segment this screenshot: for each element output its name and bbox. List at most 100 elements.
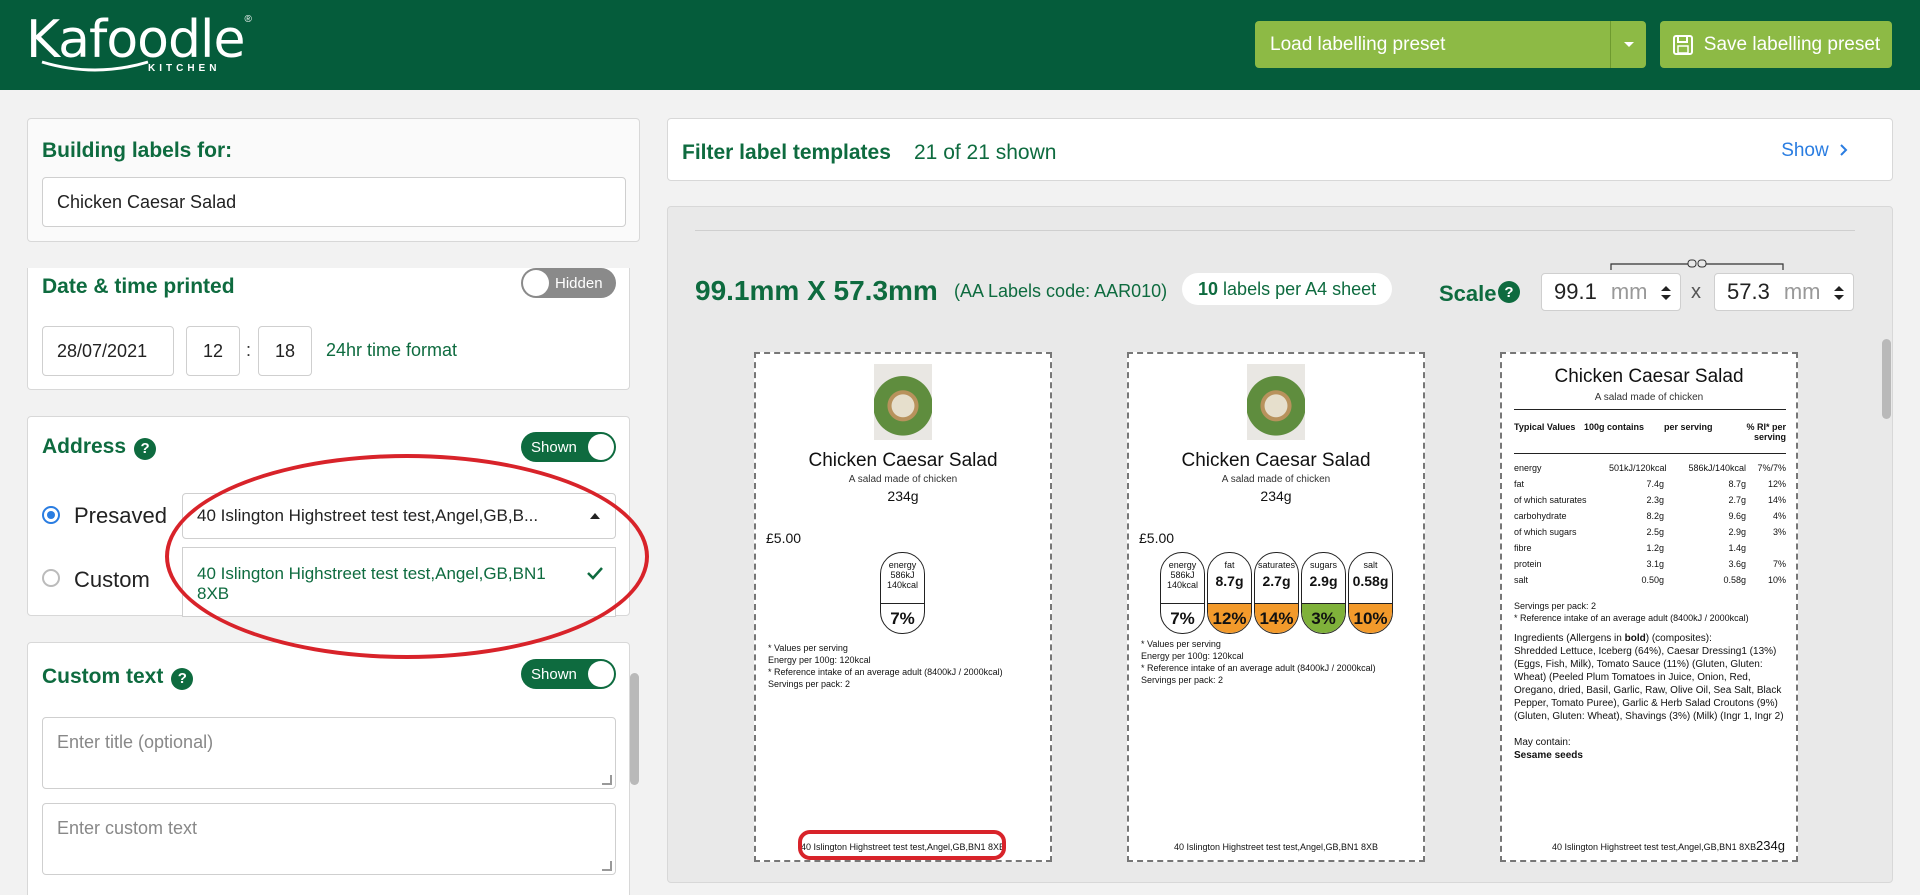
custom-text-toggle[interactable]: Shown (521, 659, 616, 689)
table-cell: 14% (1767, 495, 1786, 505)
note-line: * Reference intake of an average adult (… (1141, 663, 1376, 673)
table-cell: 3.6g (1728, 559, 1746, 569)
logo-subtitle: KITCHEN (148, 63, 221, 74)
table-row: energy 501kJ/120kcal 586kJ/140kcal 7%/7% (1514, 460, 1786, 476)
load-preset-button[interactable]: Load labelling preset (1255, 21, 1646, 68)
table-body: energy 501kJ/120kcal 586kJ/140kcal 7%/7% fat… (1514, 454, 1786, 588)
note-line: Servings per pack: 2 (768, 679, 851, 689)
label-template-2[interactable]: Chicken Caesar Salad A salad made of chi… (1127, 352, 1425, 862)
label-price: £5.00 (766, 530, 802, 546)
label-preview-area: 99.1mm X 57.3mm (AA Labels code: AAR010)… (667, 206, 1893, 883)
table-header: Typical Values 100g contains per serving… (1514, 422, 1786, 454)
label-weight: 234g (1756, 838, 1785, 853)
sugars-pct: 3% (1302, 603, 1345, 633)
col-header: % RI* per serving (1746, 422, 1786, 442)
table-cell: 3.1g (1646, 559, 1664, 569)
note-line: Energy per 100g: 120kcal (1141, 651, 1244, 661)
table-cell: 12% (1767, 479, 1786, 489)
may-contain-value: Sesame seeds (1514, 750, 1583, 761)
labels-per-sheet-badge: 10 labels per A4 sheet (1182, 273, 1393, 305)
area-scrollbar[interactable] (1882, 339, 1891, 419)
energy-pill: energy 586kJ 140kcal 7% (880, 552, 925, 634)
note-line: * Values per serving (1141, 639, 1221, 649)
energy-kcal: 140kcal (886, 580, 919, 590)
left-scrollbar[interactable] (630, 673, 639, 785)
ingredients-bold: bold (1624, 633, 1646, 644)
chevron-down-icon[interactable] (1610, 21, 1646, 68)
ingredients-tail: ) (composites): (1645, 633, 1712, 644)
datetime-toggle[interactable]: Hidden (521, 268, 616, 298)
scale-width-field[interactable]: 99.1 mm (1541, 273, 1681, 311)
note-line: * Reference intake of an average adult (… (768, 667, 1003, 677)
scale-height-field[interactable]: 57.3 mm (1714, 273, 1854, 311)
save-preset-button[interactable]: Save labelling preset (1660, 21, 1892, 68)
table-cell: fat (1514, 479, 1525, 489)
date-field[interactable]: 28/07/2021 (42, 326, 174, 376)
energy-name: energy (888, 560, 917, 570)
resize-grip-icon[interactable] (602, 861, 612, 871)
label-weight: 234g (887, 488, 919, 504)
table-cell: 1.2g (1646, 543, 1664, 553)
table-cell: 8.2g (1646, 511, 1664, 521)
custom-body-placeholder: Enter custom text (57, 818, 198, 838)
address-toggle[interactable]: Shown (521, 432, 616, 462)
custom-body-textarea[interactable]: Enter custom text (42, 803, 616, 875)
table-row: carbohydrate 8.2g 9.6g 4% (1514, 508, 1786, 524)
salt-pill: salt 0.58g 10% (1348, 552, 1393, 634)
table-cell: 8.7g (1728, 479, 1746, 489)
help-icon[interactable]: ? (171, 667, 194, 690)
datetime-panel: Date & time printed Hidden 28/07/2021 12… (27, 268, 630, 390)
hour-field[interactable]: 12 (186, 326, 240, 376)
table-row: of which saturates 2.3g 2.7g 14% (1514, 492, 1786, 508)
table-row: protein 3.1g 3.6g 7% (1514, 556, 1786, 572)
energy-kcal: 140kcal (1166, 580, 1199, 590)
sugars-name: sugars (1309, 560, 1337, 570)
ingredients-block: Ingredients (Allergens in bold) (composi… (1514, 632, 1786, 723)
label-template-1[interactable]: Chicken Caesar Salad A salad made of chi… (754, 352, 1052, 862)
table-ri-note: * Reference intake of an average adult (… (1514, 613, 1749, 623)
time-separator: : (246, 340, 252, 360)
filter-show-link[interactable]: Show (1781, 140, 1848, 162)
saturates-pct: 14% (1255, 603, 1298, 633)
address-title: Address (42, 435, 127, 458)
toggle-knob (588, 661, 614, 687)
presaved-radio[interactable] (42, 506, 60, 524)
table-row: salt 0.50g 0.58g 10% (1514, 572, 1786, 588)
col-header: per serving (1664, 422, 1713, 432)
resize-grip-icon[interactable] (602, 775, 612, 785)
kafoodle-logo[interactable]: Kafoodle® KITCHEN (26, 14, 252, 74)
label-notes: * Values per serving Energy per 100g: 12… (1141, 638, 1376, 686)
custom-title-textarea[interactable]: Enter title (optional) (42, 717, 616, 789)
custom-radio[interactable] (42, 569, 60, 587)
table-cell: 2.5g (1646, 527, 1664, 537)
scale-width-unit: mm (1610, 279, 1648, 304)
saturates-name: saturates (1257, 560, 1296, 570)
help-icon[interactable]: ? (1498, 281, 1520, 303)
link-dimensions-icon[interactable] (1610, 257, 1784, 271)
annotation-box (798, 830, 1006, 860)
label-price: £5.00 (1139, 530, 1175, 546)
label-template-3[interactable]: Chicken Caesar Salad A salad made of chi… (1500, 352, 1798, 862)
salt-pct: 10% (1349, 603, 1392, 633)
stepper-icon[interactable] (1833, 284, 1845, 302)
may-contain-label: May contain: (1514, 737, 1571, 748)
datetime-toggle-label: Hidden (555, 274, 603, 292)
label-address: 40 Islington Highstreet test test,Angel,… (1173, 842, 1379, 852)
label-subtitle: A salad made of chicken (848, 474, 958, 485)
custom-text-header: Custom text? (42, 665, 194, 690)
note-line: Energy per 100g: 120kcal (768, 655, 871, 665)
address-toggle-label: Shown (531, 438, 577, 456)
table-cell: 3% (1772, 527, 1786, 537)
salad-image (874, 364, 932, 440)
label-subtitle: A salad made of chicken (1221, 474, 1331, 485)
save-preset-label: Save labelling preset (1703, 33, 1881, 55)
help-icon[interactable]: ? (134, 437, 157, 460)
custom-text-panel: Custom text? Shown Enter title (optional… (27, 642, 630, 895)
label-subtitle: A salad made of chicken (1594, 392, 1704, 403)
stepper-icon[interactable] (1660, 284, 1672, 302)
ingredients-text: Shredded Lettuce, Iceberg (64%), Caesar … (1514, 646, 1784, 722)
custom-text-title: Custom text (42, 665, 164, 688)
minute-field[interactable]: 18 (258, 326, 312, 376)
recipe-name-field[interactable]: Chicken Caesar Salad (42, 177, 626, 227)
table-cell: fibre (1514, 543, 1532, 553)
